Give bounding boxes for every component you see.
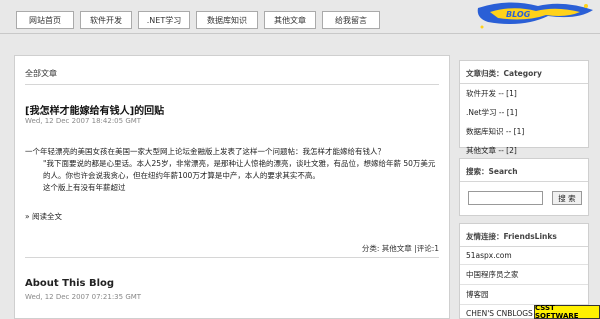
sidebar-heading: 搜索：Search xyxy=(460,159,588,182)
main-content: 全部文章 [我怎样才能嫁给有钱人]的回贴 Wed, 12 Dec 2007 18… xyxy=(14,55,450,319)
search-input[interactable] xyxy=(468,191,543,205)
sidebar-heading: 文章归类：Category xyxy=(460,61,588,84)
nav-database[interactable]: 数据库知识 xyxy=(196,11,258,29)
post-excerpt: 一个年轻漂亮的美国女孩在美国一家大型网上论坛金融版上发表了这样一个问题帖：我怎样… xyxy=(25,146,440,194)
search-button[interactable]: 搜 索 xyxy=(552,191,582,205)
sidebar-heading: 友情连接：FriendsLinks xyxy=(460,224,588,247)
svg-text:BLOG: BLOG xyxy=(506,10,531,19)
divider xyxy=(25,257,439,258)
post-date: Wed, 12 Dec 2007 18:42:05 GMT xyxy=(25,117,142,125)
nav-dotnet[interactable]: .NET学习 xyxy=(138,11,190,29)
post-date: Wed, 12 Dec 2007 07:21:35 GMT xyxy=(25,293,142,301)
category-item[interactable]: .Net学习 -- [1] xyxy=(460,103,588,122)
friend-link[interactable]: 51aspx.com xyxy=(460,247,588,264)
top-nav-bar: 网站首页 软件开发 .NET学习 数据库知识 其他文章 给我留言 BLOG xyxy=(0,0,600,34)
meta-category-link[interactable]: 其他文章 xyxy=(382,244,412,253)
sidebar-search: 搜索：Search 搜 索 xyxy=(459,158,589,216)
category-item[interactable]: 数据库知识 -- [1] xyxy=(460,122,588,141)
nav-guestbook[interactable]: 给我留言 xyxy=(322,11,380,29)
meta-category-label: 分类: xyxy=(361,244,380,253)
divider xyxy=(25,84,439,85)
friend-link[interactable]: 博客园 xyxy=(460,284,588,304)
nav-software-dev[interactable]: 软件开发 xyxy=(80,11,132,29)
section-title: 全部文章 xyxy=(25,69,57,78)
post-title[interactable]: About This Blog xyxy=(25,278,114,289)
category-item[interactable]: 软件开发 -- [1] xyxy=(460,84,588,103)
post-meta: 分类: 其他文章 |评论:1 xyxy=(362,243,439,254)
nav-home[interactable]: 网站首页 xyxy=(16,11,74,29)
sidebar-categories: 文章归类：Category 软件开发 -- [1] .Net学习 -- [1] … xyxy=(459,60,589,155)
read-more-link[interactable]: » 阅读全文 xyxy=(25,211,62,222)
excerpt-paragraph: "我下面要说的都是心里话。本人25岁，非常漂亮，是那种让人惊艳的漂亮，谈吐文雅，… xyxy=(43,159,436,180)
nav-other-articles[interactable]: 其他文章 xyxy=(264,11,316,29)
watermark-badge: CSST SOFTWARE xyxy=(534,304,600,319)
excerpt-paragraph: 一个年轻漂亮的美国女孩在美国一家大型网上论坛金融版上发表了这样一个问题帖：我怎样… xyxy=(25,147,385,156)
friend-link[interactable]: 中国程序员之家 xyxy=(460,264,588,284)
excerpt-paragraph: 这个版上有没有年薪超过 xyxy=(43,183,126,192)
meta-comments-link[interactable]: |评论:1 xyxy=(414,244,439,253)
post-title[interactable]: [我怎样才能嫁给有钱人]的回贴 xyxy=(25,102,164,117)
site-logo[interactable]: BLOG xyxy=(468,0,600,34)
